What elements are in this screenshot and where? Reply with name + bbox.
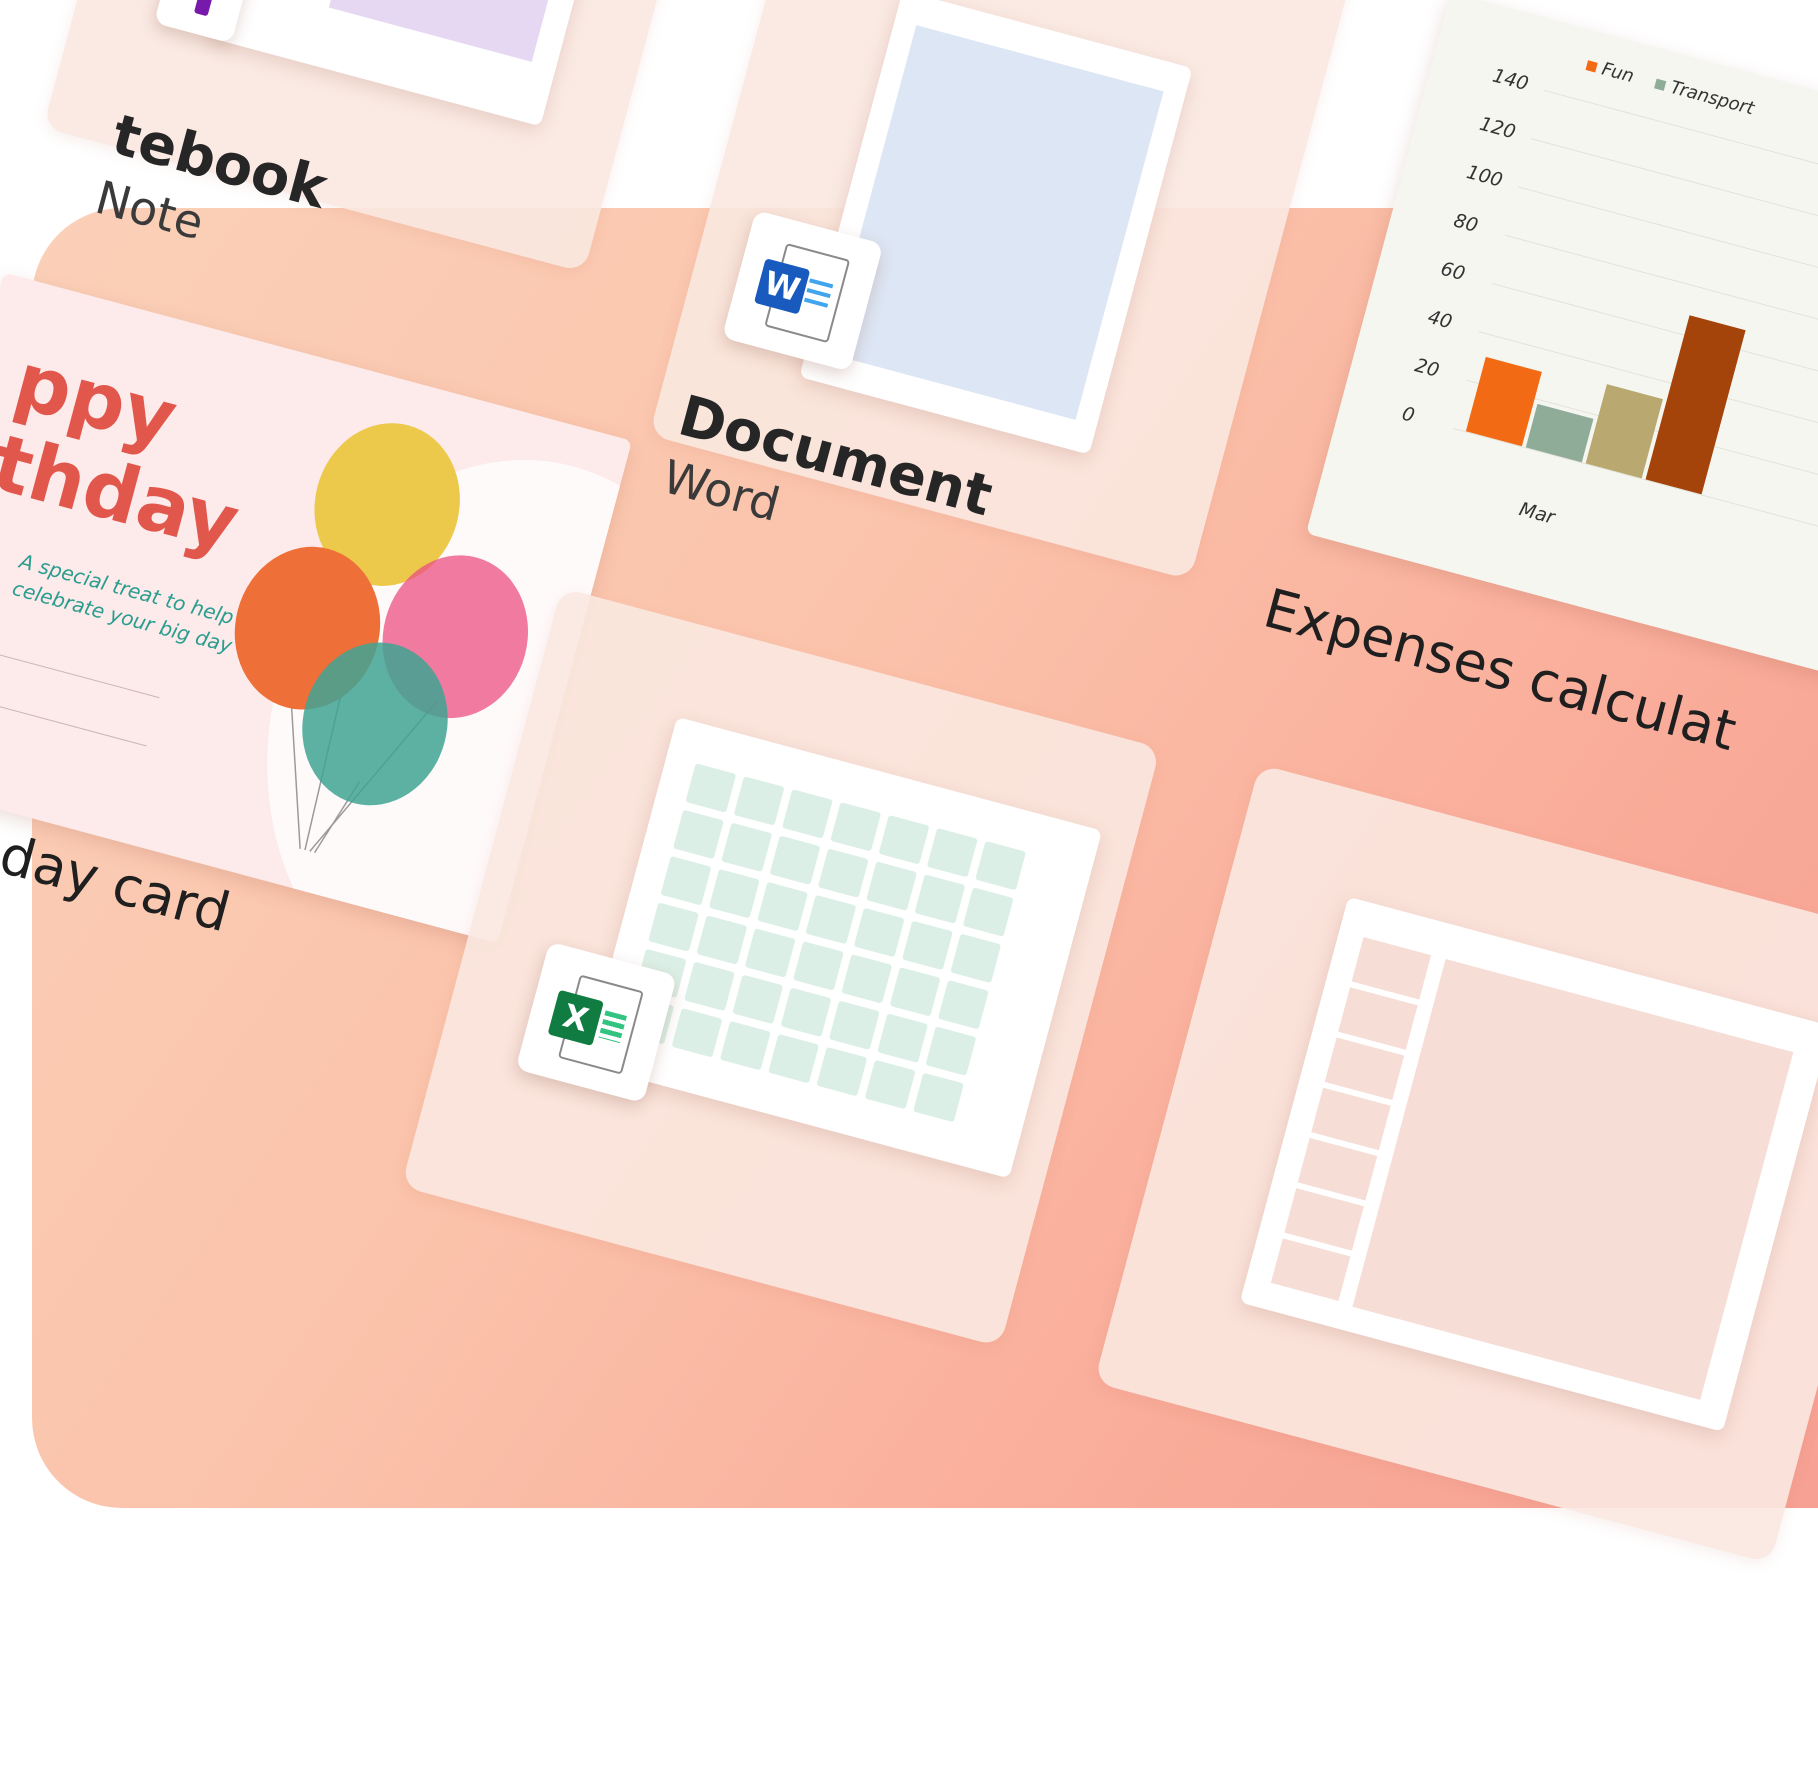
y-tick-label: 80: [1451, 209, 1481, 237]
spreadsheet-cell: [950, 933, 1002, 984]
y-tick-label: 60: [1438, 257, 1468, 286]
spreadsheet-cell: [793, 941, 844, 991]
spreadsheet-cell: [781, 789, 833, 839]
spreadsheet-cell: [925, 1026, 977, 1076]
spreadsheet-cell: [744, 928, 796, 978]
spreadsheet-cell: [708, 868, 760, 919]
spreadsheet-cell: [805, 894, 857, 945]
y-tick-label: 120: [1477, 112, 1518, 144]
spreadsheet-cell: [660, 855, 712, 906]
word-icon-line: [803, 297, 829, 308]
spreadsheet-cell: [732, 974, 784, 1025]
spreadsheet-cell: [648, 902, 700, 952]
y-tick-label: 40: [1425, 306, 1455, 334]
word-icon-line: [809, 278, 834, 289]
chart-bar-transport: [1525, 403, 1594, 463]
spreadsheet-cell: [672, 809, 724, 860]
spreadsheet-cell: [853, 907, 905, 958]
spreadsheet-cell: [683, 961, 735, 1012]
word-icon-line: [806, 287, 831, 299]
spreadsheet-cell: [864, 1059, 916, 1110]
chart-gridline: [1543, 89, 1818, 272]
spreadsheet-cell: [975, 840, 1027, 891]
y-tick-label: 100: [1464, 161, 1505, 192]
spreadsheet-cell: [780, 987, 832, 1038]
spreadsheet-cell: [962, 887, 1014, 937]
onenote-icon-bar: [193, 0, 223, 17]
spreadsheet-cell: [913, 1072, 964, 1123]
document-page-content: [828, 25, 1164, 420]
spreadsheet-cell: [719, 1020, 771, 1071]
spreadsheet-cell: [671, 1008, 723, 1058]
spreadsheet-cell: [828, 1000, 880, 1050]
spreadsheet-cell: [685, 763, 737, 813]
notebook-page: [328, 0, 592, 62]
spreadsheet-cell: [914, 874, 966, 924]
birthday-signature-line: [0, 645, 160, 699]
spreadsheet-cell: [878, 815, 930, 865]
y-tick-label: 140: [1490, 64, 1531, 96]
y-tick-label: 0: [1399, 402, 1417, 427]
spreadsheet-cell: [817, 848, 869, 898]
spreadsheet-cell: [926, 827, 978, 878]
excel-icon-cells: [598, 1010, 627, 1044]
y-tick-label: 20: [1412, 354, 1442, 382]
spreadsheet-cell: [768, 1033, 820, 1084]
spreadsheet-cell: [733, 776, 785, 826]
spreadsheet-cell: [696, 915, 748, 965]
spreadsheet-cell: [816, 1046, 868, 1097]
spreadsheet-cell: [937, 979, 989, 1030]
spreadsheet-cell: [769, 835, 821, 886]
bottom-right-content: [1352, 959, 1794, 1400]
spreadsheet-cell: [902, 920, 953, 971]
spreadsheet-cell: [889, 967, 941, 1017]
spreadsheet-cell: [866, 861, 918, 911]
spreadsheet-cell: [757, 881, 809, 932]
spreadsheet-cell: [830, 802, 882, 852]
spreadsheet-cell: [841, 954, 893, 1004]
spreadsheet-cell: [877, 1013, 929, 1063]
birthday-signature-line: [0, 693, 147, 747]
spreadsheet-cell: [721, 822, 773, 873]
chart-gridline: [1504, 234, 1818, 417]
